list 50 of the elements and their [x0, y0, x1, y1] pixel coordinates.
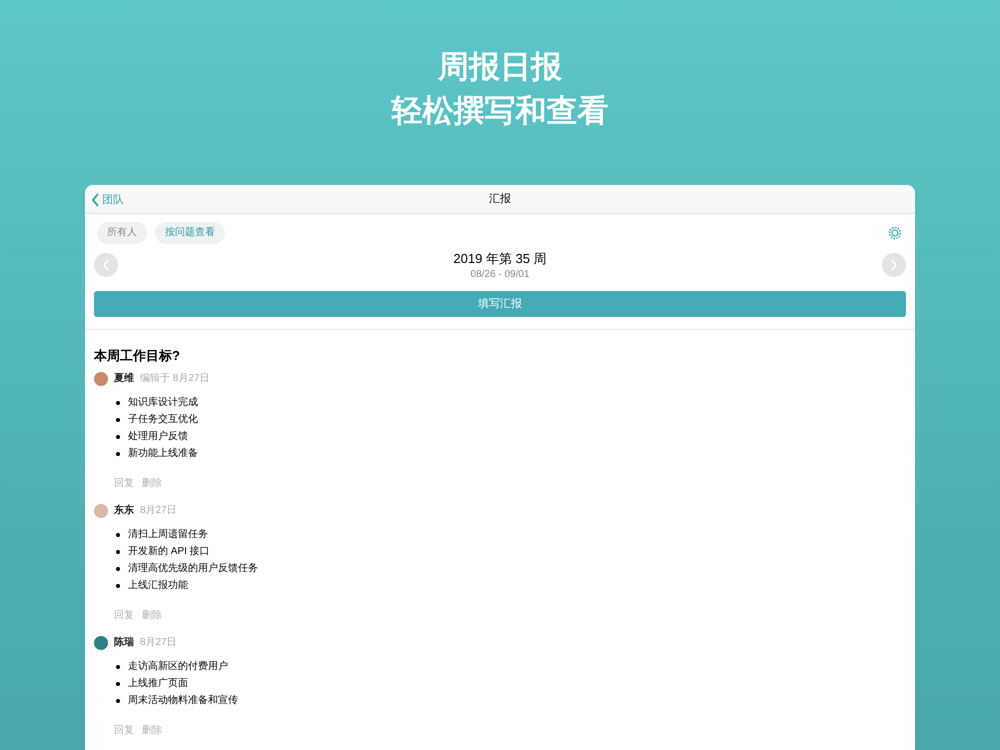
entry-meta: 8月27日	[140, 636, 177, 650]
bullet-icon	[116, 698, 120, 702]
author-name: 夏维	[114, 371, 134, 386]
bullet-icon	[116, 664, 120, 668]
action-link[interactable]: 删除	[142, 608, 162, 623]
next-week-button[interactable]	[882, 253, 906, 278]
list-item: 走访高新区的付费用户	[128, 660, 228, 674]
author-name: 东东	[114, 503, 134, 518]
action-link[interactable]: 回复	[114, 608, 134, 623]
bullet-icon	[116, 418, 120, 422]
action-link[interactable]: 回复	[114, 476, 134, 491]
bullet-icon	[116, 400, 120, 404]
bullet-icon	[116, 566, 120, 570]
list-item: 新功能上线准备	[128, 446, 198, 461]
filter-chip[interactable]: 所有人	[97, 222, 147, 244]
list-item: 上线推广页面	[128, 676, 188, 691]
write-report-button[interactable]: 填写汇报	[94, 291, 906, 317]
list-item: 上线汇报功能	[128, 578, 188, 593]
week-title: 2019 年第 35 周	[453, 250, 547, 268]
action-link[interactable]: 删除	[142, 476, 162, 491]
chevron-right-icon	[890, 259, 898, 272]
settings-icon[interactable]	[888, 226, 902, 240]
back-button[interactable]: 团队	[91, 192, 124, 208]
entry-meta: 编辑于 8月27日	[140, 372, 210, 386]
date-range: 08/26 - 09/01	[470, 268, 530, 281]
bullet-icon	[116, 434, 120, 438]
bullet-icon	[116, 584, 120, 588]
author-name: 陈瑞	[114, 636, 134, 650]
chevron-left-icon	[91, 193, 100, 208]
list-item: 知识库设计完成	[128, 396, 198, 410]
chevron-left-icon	[102, 259, 110, 272]
bullet-icon	[116, 550, 120, 554]
nav-title: 汇报	[489, 192, 511, 207]
action-link[interactable]: 删除	[142, 723, 162, 738]
list-item: 处理用户反馈	[128, 430, 188, 444]
headline: 轻松撰写和查看	[392, 92, 608, 130]
question-title: 本周工作目标?	[94, 348, 181, 364]
list-item: 子任务交互优化	[128, 412, 198, 427]
bullet-icon	[116, 682, 120, 686]
list-item: 周末活动物料准备和宣传	[128, 694, 238, 708]
headline: 周报日报	[438, 48, 562, 86]
list-item: 清扫上周遗留任务	[128, 528, 208, 542]
filter-chip[interactable]: 按问题查看	[155, 222, 225, 244]
action-link[interactable]: 回复	[114, 723, 134, 738]
bullet-icon	[116, 532, 120, 536]
entry-meta: 8月27日	[140, 504, 177, 518]
list-item: 开发新的 API 接口	[128, 544, 210, 559]
previous-week-button[interactable]	[94, 253, 118, 278]
list-item: 清理高优先级的用户反馈任务	[128, 562, 258, 576]
bullet-icon	[116, 452, 120, 456]
